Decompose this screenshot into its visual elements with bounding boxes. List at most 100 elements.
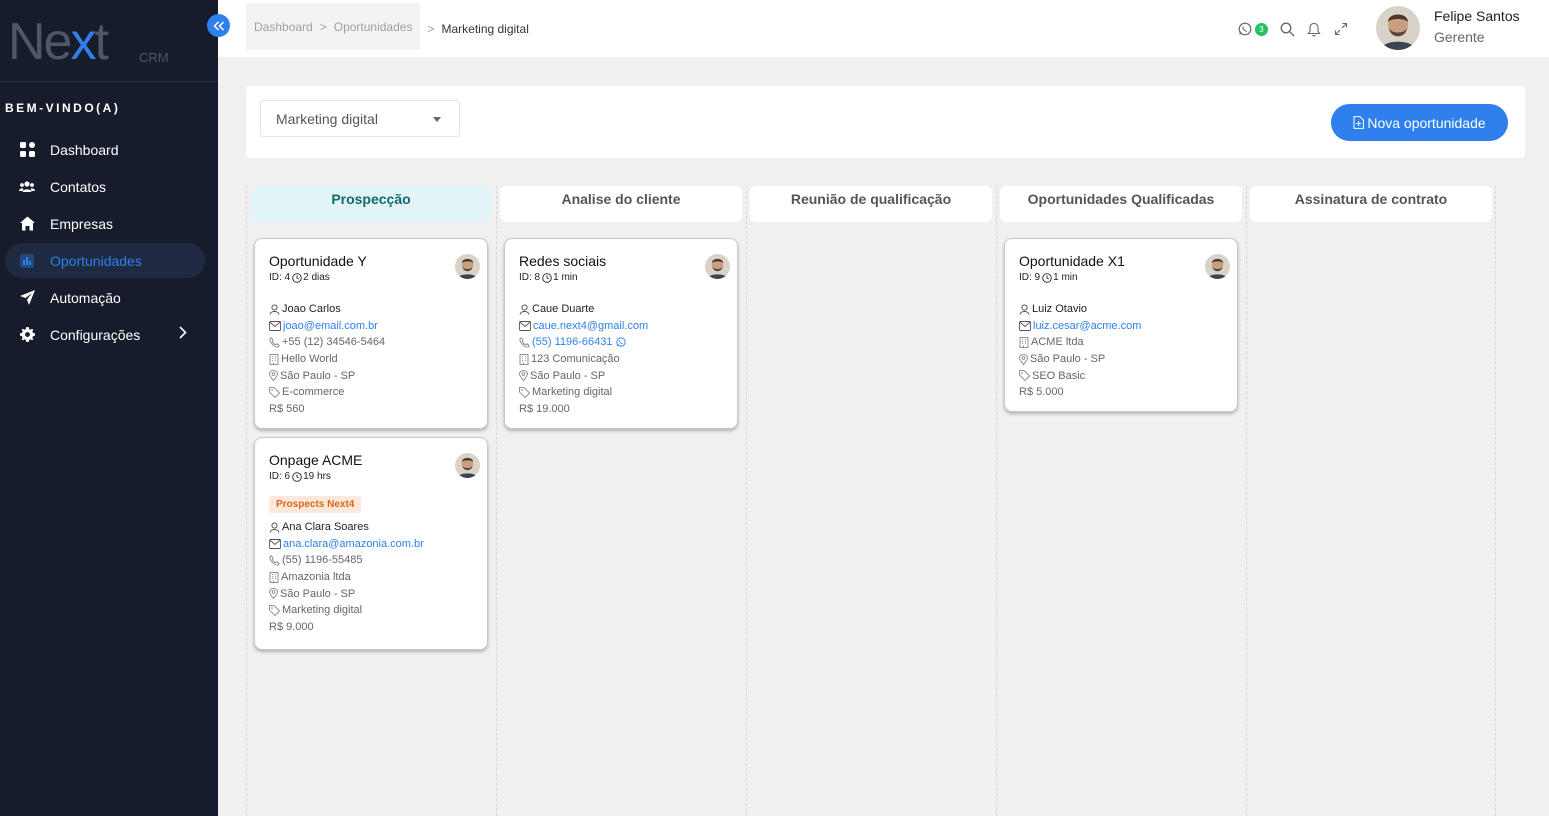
collapse-sidebar-button[interactable] [207,14,230,37]
home-icon [19,216,35,232]
sidebar-item-contatos[interactable]: Contatos [5,169,205,204]
chevrons-left-icon [212,20,224,31]
whatsapp-icon[interactable] [1236,20,1254,38]
opportunity-card[interactable]: Redes sociais ID: 8 1 min Caue Duarte ca… [504,238,738,429]
opportunity-card[interactable]: Oportunidade Y ID: 4 2 dias Joao Carlos … [254,238,488,429]
building-icon [1019,337,1029,348]
card-location: São Paulo - SP [519,367,723,384]
map-pin-icon [269,370,278,382]
sidebar: Next CRM BEM-VINDO(A) Dashboard Contatos… [0,0,218,816]
opportunity-card[interactable]: Oportunidade X1 ID: 9 1 min Luiz Otavio … [1004,238,1238,412]
clock-icon [292,272,302,283]
card-location: São Paulo - SP [269,367,473,384]
phone-icon [269,555,280,566]
pipeline-select[interactable]: Marketing digital [260,100,460,137]
card-location: São Paulo - SP [269,585,473,602]
whatsapp-icon [615,337,626,348]
card-contact: Luiz Otavio [1019,301,1223,318]
card-owner-avatar [455,254,480,279]
sidebar-item-label: Automação [50,289,121,306]
card-meta: ID: 6 19 hrs [269,471,473,482]
sidebar-item-empresas[interactable]: Empresas [5,206,205,241]
card-contact: Joao Carlos [269,301,473,318]
card-meta: ID: 9 1 min [1019,272,1223,283]
card-title: Oportunidade Y [269,253,367,269]
tag-icon [1019,370,1030,382]
map-pin-icon [1019,353,1028,365]
card-id: ID: 6 [269,471,291,482]
card-title: Onpage ACME [269,452,363,468]
card-meta: ID: 8 1 min [519,272,723,283]
card-email[interactable]: caue.next4@gmail.com [519,318,723,335]
chart-icon [19,253,35,269]
sidebar-item-oportunidades[interactable]: Oportunidades [5,243,205,278]
tag-icon [269,604,280,616]
column-header-analise: Analise do cliente [500,186,742,222]
card-id: ID: 8 [519,272,541,283]
logo[interactable]: Next CRM [0,0,218,82]
logo-sub: CRM [139,50,169,65]
building-icon [269,353,279,365]
file-plus-icon [1353,116,1365,129]
bell-icon[interactable] [1305,20,1323,38]
sidebar-item-label: Configurações [50,326,141,343]
phone-icon [519,337,530,348]
logo-wordmark: Next [8,13,109,71]
card-value: R$ 19.000 [519,402,570,415]
map-pin-icon [519,370,528,382]
card-contact: Ana Clara Soares [269,519,473,536]
card-category: SEO Basic [1019,367,1223,384]
card-email[interactable]: luiz.cesar@acme.com [1019,318,1223,335]
card-id: ID: 9 [1019,272,1041,283]
breadcrumb-dashboard[interactable]: Dashboard [254,20,313,34]
card-company: ACME ltda [1019,334,1223,351]
user-name: Felipe Santos [1434,8,1520,24]
sidebar-item-configuracoes[interactable]: Configurações [5,317,205,352]
sidebar-item-label: Dashboard [50,141,119,158]
card-company: Amazonia ltda [269,569,473,586]
sidebar-item-label: Contatos [50,178,107,195]
opportunity-card[interactable]: Onpage ACME ID: 6 19 hrs Prospects Next4… [254,437,488,650]
breadcrumb-oportunidades[interactable]: Oportunidades [334,20,413,34]
card-time: 19 hrs [303,471,331,482]
column-header-prospeccao: Prospecção [250,186,492,222]
phone-icon [269,337,280,348]
breadcrumb: Dashboard > Oportunidades > Marketing di… [246,0,529,57]
card-phone: +55 (12) 34546-5464 [269,334,473,351]
card-email[interactable]: ana.clara@amazonia.com.br [269,536,473,553]
send-icon [19,290,35,306]
card-details: Joao Carlos joao@email.com.br +55 (12) 3… [269,301,473,417]
new-opportunity-label: Nova oportunidade [1367,114,1486,131]
card-details: Caue Duarte caue.next4@gmail.com (55) 11… [519,301,723,417]
card-phone[interactable]: (55) 1196-66431 [519,334,723,351]
expand-icon[interactable] [1332,20,1350,38]
card-value: R$ 5.000 [1019,386,1064,399]
card-company: Hello World [269,351,473,368]
card-owner-avatar [705,254,730,279]
card-contact: Caue Duarte [519,301,723,318]
grid-icon [19,142,35,158]
card-email[interactable]: joao@email.com.br [269,318,473,335]
card-time: 2 dias [303,272,330,283]
breadcrumb-separator: > [319,19,327,34]
column-header-qualificadas: Oportunidades Qualificadas [1000,186,1242,222]
building-icon [519,353,529,365]
clock-icon [1042,272,1052,283]
user-icon [519,304,530,315]
filter-bar: Marketing digital Nova oportunidade [246,86,1525,158]
whatsapp-count-badge: 3 [1255,22,1268,36]
user-avatar[interactable] [1376,6,1420,50]
breadcrumb-current: Marketing digital [441,21,529,36]
column-divider [746,186,747,816]
card-category: E-commerce [269,384,473,401]
sidebar-item-automacao[interactable]: Automação [5,280,205,315]
user-icon [269,304,280,315]
column-divider [1495,186,1496,816]
column-divider [996,186,997,816]
search-icon[interactable] [1278,20,1296,38]
card-id: ID: 4 [269,272,291,283]
new-opportunity-button[interactable]: Nova oportunidade [1331,104,1508,141]
topbar-icons: 3 [1236,20,1359,38]
card-company: 123 Comunicação [519,351,723,368]
sidebar-item-dashboard[interactable]: Dashboard [5,132,205,167]
